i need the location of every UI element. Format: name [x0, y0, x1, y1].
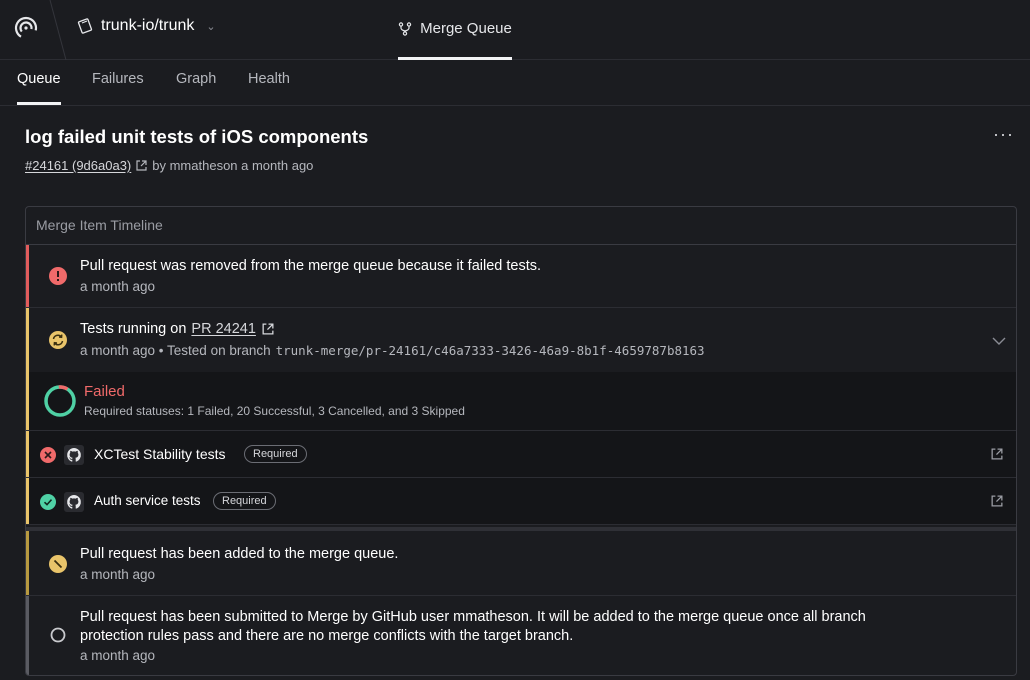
status-ring-icon: [44, 385, 76, 417]
event-text: Pull request was removed from the merge …: [80, 258, 542, 274]
repo-name: trunk-io/trunk: [101, 17, 195, 34]
event-text: Pull request has been added to the merge…: [80, 546, 399, 562]
status-bar: [26, 596, 29, 675]
breadcrumb-separator: [49, 0, 67, 60]
status-bar: [26, 531, 29, 595]
timeline-heading: Merge Item Timeline: [26, 207, 1016, 245]
check-row-xctest[interactable]: XCTest Stability tests Required: [26, 431, 1016, 478]
github-icon: [64, 492, 84, 512]
status-bar: [26, 372, 29, 430]
tab-merge-queue-label: Merge Queue: [420, 20, 512, 37]
github-icon: [64, 445, 84, 465]
status-bar: [26, 308, 29, 372]
branch-name: trunk-merge/pr-24161/c46a7333-3426-46a9-…: [275, 343, 705, 358]
tab-graph[interactable]: Graph: [176, 60, 216, 105]
queued-icon: [49, 555, 67, 573]
pr-meta: #24161 (9d6a0a3) by mmatheson a month ag…: [25, 158, 313, 173]
required-badge: Required: [213, 492, 276, 510]
tab-failures[interactable]: Failures: [92, 60, 144, 105]
merge-icon: [398, 21, 412, 36]
timeline-event-removed: Pull request was removed from the merge …: [26, 245, 1016, 308]
check-name: Auth service tests: [94, 493, 201, 508]
event-time: a month ago • Tested on branch: [80, 343, 271, 358]
trunk-logo-icon[interactable]: [12, 13, 40, 41]
timeline-event-submitted: Pull request has been submitted to Merge…: [26, 596, 1016, 675]
event-time: a month ago: [80, 648, 156, 663]
event-time: a month ago: [80, 567, 156, 582]
status-label: Failed: [84, 383, 125, 400]
check-name: XCTest Stability tests: [94, 446, 226, 462]
status-summary: Failed Required statuses: 1 Failed, 20 S…: [26, 372, 1016, 431]
error-icon: [49, 267, 67, 285]
status-bar: [26, 431, 29, 477]
timeline-event-added: Pull request has been added to the merge…: [26, 531, 1016, 596]
circle-outline-icon: [50, 627, 66, 643]
required-badge: Required: [244, 445, 307, 463]
tab-queue[interactable]: Queue: [17, 60, 61, 105]
event-prefix: Tests running on: [80, 321, 187, 337]
external-link-icon[interactable]: [261, 322, 275, 336]
status-bar: [26, 245, 29, 307]
tab-health[interactable]: Health: [248, 60, 290, 105]
failed-icon: [40, 447, 56, 463]
sync-icon: [49, 331, 67, 349]
chevron-down-icon: ⌄: [206, 20, 216, 33]
external-link-icon[interactable]: [135, 159, 148, 172]
check-row-auth[interactable]: Auth service tests Required: [26, 478, 1016, 525]
external-link-icon[interactable]: [990, 447, 1004, 461]
success-icon: [40, 494, 56, 510]
tab-merge-queue[interactable]: Merge Queue: [398, 0, 512, 60]
merge-item-timeline: Merge Item Timeline Pull request was rem…: [25, 206, 1017, 676]
timeline-event-tests-running[interactable]: Tests running on PR 24241 a month ago • …: [26, 308, 1016, 372]
pr-link[interactable]: #24161 (9d6a0a3): [25, 158, 131, 173]
more-options-icon[interactable]: ···: [993, 124, 1014, 145]
repo-icon: [77, 18, 93, 34]
pr-24241-link[interactable]: PR 24241: [191, 321, 256, 337]
event-time: a month ago: [80, 279, 156, 294]
top-bar: trunk-io/trunk ⌄ Merge Queue: [0, 0, 1030, 60]
event-text: Tests running on PR 24241: [80, 321, 275, 337]
event-text-line-1: Pull request has been submitted to Merge…: [80, 609, 866, 625]
event-detail: a month ago • Tested on branch trunk-mer…: [80, 343, 705, 358]
page-title: log failed unit tests of iOS components: [25, 126, 369, 147]
external-link-icon[interactable]: [990, 494, 1004, 508]
status-bar: [26, 478, 29, 524]
sub-navigation: Queue Failures Graph Health: [0, 60, 1030, 106]
chevron-down-icon[interactable]: [992, 336, 1006, 346]
event-text-line-2: protection rules pass and there are no m…: [80, 628, 574, 644]
status-summary-text: Required statuses: 1 Failed, 20 Successf…: [84, 404, 465, 418]
pr-byline: by mmatheson a month ago: [152, 158, 314, 173]
repo-selector[interactable]: trunk-io/trunk ⌄: [77, 17, 216, 35]
